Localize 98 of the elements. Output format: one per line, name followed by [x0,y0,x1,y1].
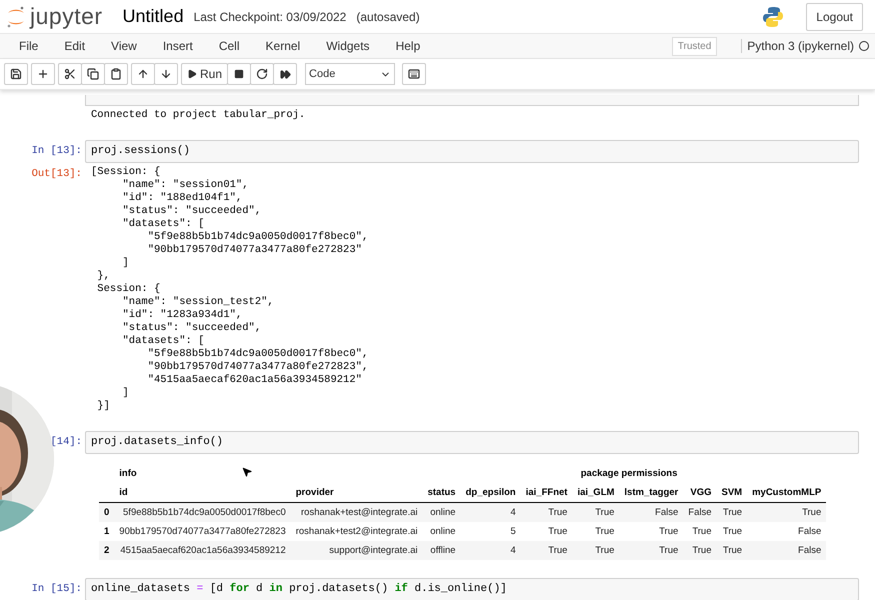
column-header: VGG [683,483,716,502]
table-cell: online [422,502,461,522]
move-down-icon [160,68,172,80]
paste-button[interactable] [104,63,128,85]
row-index: 1 [99,522,114,541]
table-cell: roshanak+test2@integrate.ai [290,522,423,541]
logo-text: jupyter [30,3,103,30]
code-cell[interactable] [85,95,859,106]
paste-icon [110,68,122,80]
menu-item[interactable]: Cell [206,39,253,53]
table-cell: False [683,502,716,522]
stop-button[interactable] [227,63,252,85]
menu-item[interactable]: Edit [51,39,98,53]
column-group-header: info [119,468,137,479]
save-icon [10,68,22,80]
move-down-button[interactable] [154,63,178,85]
table-cell: True [716,522,748,541]
table-cell: False [619,502,684,522]
copy-button[interactable] [81,63,105,85]
logout-button[interactable]: Logout [806,2,863,30]
table-cell: True [716,541,748,560]
column-header: status [422,483,461,502]
insert-cell-button[interactable] [31,63,55,85]
fast-forward-button[interactable] [273,63,298,85]
column-header: iai_GLM [572,483,620,502]
table-cell: online [422,522,461,541]
input-prompt: [14]: [50,436,82,449]
code-cell[interactable]: online_datasets = [d for d in proj.datasets() if d.is_online()] [85,578,859,600]
play-icon [187,69,197,79]
column-header: iai_FFnet [520,483,572,502]
table-cell: True [520,502,572,522]
column-header: dp_epsilon [460,483,521,502]
menu-item[interactable]: Help [382,39,434,53]
checkpoint-text: Last Checkpoint: 03/09/2022 [194,10,346,24]
restart-icon [256,68,268,80]
table-cell: offline [422,541,461,560]
table-cell: 4515aa5aecaf620ac1a56a3934589212 [114,541,291,560]
code-cell[interactable]: proj.datasets_info() [85,431,859,454]
keyboard-button[interactable] [402,63,426,85]
column-header: myCustomMLP [747,483,826,502]
row-index: 2 [99,541,114,560]
keyboard-icon [408,68,420,80]
run-button[interactable]: Run [181,63,228,85]
code-cell[interactable]: proj.sessions() [85,140,859,163]
menu-item[interactable]: File [6,39,52,53]
table-cell: True [747,502,826,522]
trusted-badge[interactable]: Trusted [672,36,718,56]
table-cell: True [619,541,684,560]
notebook-title[interactable]: Untitled [122,6,184,27]
table-cell: True [716,502,748,522]
column-header: id [114,483,291,502]
table-cell: True [683,522,716,541]
menu-item[interactable]: Insert [150,39,206,53]
table-cell: 4 [460,541,521,560]
save-button[interactable] [4,63,28,85]
table-cell: roshanak+test@integrate.ai [290,502,423,522]
column-group-header: package permissions [580,468,678,479]
table-cell: True [520,541,572,560]
table-cell: support@integrate.ai [290,541,423,560]
insert-cell-icon [37,68,49,80]
table-cell: True [520,522,572,541]
copy-icon [87,68,99,80]
move-up-icon [137,68,149,80]
stop-icon [234,69,244,79]
cell-output: Connected to project tabular_proj. [90,108,306,123]
autosave-text: (autosaved) [356,10,420,24]
table-cell: False [747,522,826,541]
jupyter-logo-icon [6,4,26,28]
cut-icon [64,68,76,80]
column-header: SVM [716,483,748,502]
input-prompt: In [15]: [32,583,82,596]
kernel-name: Python 3 (ipykernel) [741,39,854,53]
row-index: 0 [99,502,114,522]
input-prompt: In [13]: [32,145,82,158]
menu-item[interactable]: Widgets [313,39,383,53]
table-cell: False [747,541,826,560]
table-cell: 4 [460,502,521,522]
table-cell: 5f9e88b5b1b74dc9a0050d0017f8bec0 [114,502,291,522]
cell-type-select[interactable]: Code [305,63,396,85]
move-up-button[interactable] [131,63,155,85]
column-header: provider [290,483,423,502]
output-prompt: Out[13]: [32,168,82,181]
restart-button[interactable] [250,63,274,85]
column-header: lstm_tagger [619,483,684,502]
menu-item[interactable]: Kernel [252,39,314,53]
table-cell: 90bb179570d74077a3477a80fe272823 [114,522,291,541]
table-cell: True [619,522,684,541]
cell-output: [Session: { "name": "session01", "id": "188ed104f1", "status": "succeeded", "datasets": [ "5f9e88b5b1b74dc9a0050d0017f8bec0", "90bb179570d74077a3477a80fe272823" ] }, Session: { "name": "session_test2", "id": "1283a934d1", "status": "succeeded", "datasets": [ "5f9e88b5b1b74dc9a0050d0017f8bec0", "90bb179570d74077a3477a80fe272823", "4515aa5aecaf620ac1a56a3934589212" ] }] [90,165,370,414]
python-logo-icon [762,6,784,28]
fast-forward-icon [280,68,291,80]
table-cell: True [572,522,620,541]
mouse-cursor-icon [241,466,253,478]
cut-button[interactable] [58,63,82,85]
menu-item[interactable]: View [98,39,150,53]
table-cell: True [572,502,620,522]
table-cell: 5 [460,522,521,541]
table-cell: True [572,541,620,560]
table-cell: True [683,541,716,560]
